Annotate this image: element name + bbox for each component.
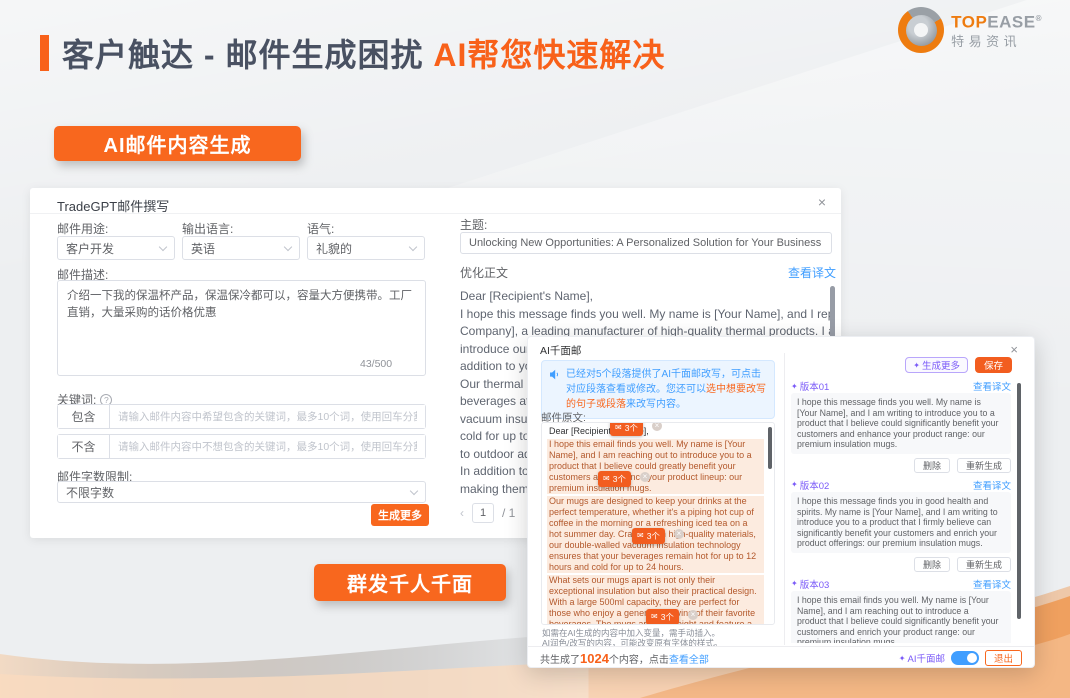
page-total: / 1	[502, 506, 515, 520]
language-label: 输出语言:	[182, 220, 233, 237]
sparkle-icon: ✦	[791, 579, 798, 588]
generated-count: 1024	[580, 651, 609, 666]
sparkle-icon: ✦	[791, 480, 798, 489]
dialog-actions: ✦ 生成更多 保存	[905, 357, 1012, 373]
purpose-label: 邮件用途:	[57, 220, 108, 237]
exclude-keywords-input[interactable]	[110, 435, 425, 458]
purpose-select[interactable]: 客户开发	[57, 236, 175, 260]
dialog-footer: 共生成了1024个内容，点击查看全部 ✦ AI千面邮 退出	[528, 646, 1034, 669]
envelope-icon: ✉	[651, 613, 658, 621]
optimized-body-label: 优化正文	[460, 264, 508, 281]
close-icon[interactable]: ×	[1010, 342, 1018, 357]
chevron-down-icon	[159, 242, 167, 250]
sparkle-icon: ✦	[791, 382, 798, 391]
regenerate-button[interactable]: 重新生成	[957, 458, 1011, 473]
delete-button[interactable]: 删除	[914, 458, 950, 473]
scrollbar[interactable]	[768, 427, 772, 469]
variant-count-badge[interactable]: ✉3个	[610, 422, 643, 436]
envelope-icon: ✉	[603, 475, 610, 483]
dialog-title: AI千面邮	[540, 343, 581, 358]
char-counter: 43/500	[360, 358, 392, 370]
variant-count-badge[interactable]: ✉3个	[632, 528, 665, 544]
version-label: 版本03	[800, 577, 830, 591]
view-all-link[interactable]: 查看全部	[669, 655, 709, 666]
logo-brand-sub: 特易资讯	[951, 31, 1042, 50]
generate-more-versions-button[interactable]: ✦ 生成更多	[905, 357, 968, 373]
versions-list: ✦版本01 查看译文 I hope this message finds you…	[791, 379, 1011, 643]
sparkle-icon: ✦	[913, 361, 920, 370]
include-keywords-row: 包含	[57, 404, 426, 429]
save-button[interactable]: 保存	[975, 357, 1012, 373]
original-email-box: Dear [Recipient's Name], I hope this ema…	[541, 422, 775, 625]
page-title-dark: 客户触达 - 邮件生成困扰	[62, 37, 423, 73]
envelope-icon: ✉	[615, 424, 622, 432]
mass-send-button[interactable]: 群发千人千面	[314, 564, 506, 601]
view-translation-link[interactable]: 查看译文	[788, 264, 836, 281]
topease-logo: TOPEASE® 特易资讯	[898, 7, 1042, 53]
scrollbar[interactable]	[1017, 383, 1021, 619]
version-card: ✦版本03 查看译文 I hope this email finds you w…	[791, 577, 1011, 643]
ai-variants-toggle[interactable]	[951, 651, 979, 665]
include-keywords-input[interactable]	[110, 405, 425, 428]
include-label: 包含	[58, 405, 110, 428]
variant-count-badge[interactable]: ✉3个	[646, 609, 679, 625]
close-icon[interactable]: ×	[640, 472, 650, 482]
version-card: ✦版本02 查看译文 I hope this message finds you…	[791, 478, 1011, 572]
chevron-down-icon	[409, 242, 417, 250]
view-translation-link[interactable]: 查看译文	[973, 478, 1011, 492]
page-header: 客户触达 - 邮件生成困扰 AI帮您快速解决	[40, 30, 665, 76]
subject-label: 主题:	[460, 216, 487, 233]
chevron-down-icon	[410, 486, 418, 494]
ai-variants-toggle-label: ✦ AI千面邮	[899, 651, 945, 665]
megaphone-icon	[549, 369, 560, 380]
subject-input[interactable]	[460, 232, 832, 254]
page-title: 客户触达 - 邮件生成困扰 AI帮您快速解决	[62, 30, 665, 76]
exclude-keywords-row: 不含	[57, 434, 426, 459]
version-label: 版本01	[800, 379, 830, 393]
divider	[784, 353, 785, 645]
close-icon[interactable]: ×	[818, 194, 826, 210]
close-icon[interactable]: ×	[688, 610, 698, 620]
pagination: ‹ 1 / 1	[460, 503, 515, 523]
exit-button[interactable]: 退出	[985, 650, 1022, 666]
footnote: 如需在AI生成的内容中加入变量，需手动插入。	[542, 628, 720, 638]
title-accent-bar	[40, 35, 49, 71]
generated-count-text: 共生成了1024个内容，点击查看全部	[540, 651, 709, 666]
word-limit-select[interactable]: 不限字数	[57, 481, 426, 503]
slide-canvas: 客户触达 - 邮件生成困扰 AI帮您快速解决 TOPEASE® 特易资讯 AI邮…	[0, 0, 1070, 698]
variant-count-badge[interactable]: ✉3个	[598, 471, 631, 487]
version-card: ✦版本01 查看译文 I hope this message finds you…	[791, 379, 1011, 473]
email-paragraph-highlighted[interactable]: I hope this email finds you well. My nam…	[547, 439, 764, 494]
envelope-icon: ✉	[637, 532, 644, 540]
version-text[interactable]: I hope this email finds you well. My nam…	[791, 591, 1011, 643]
logo-text: TOPEASE® 特易资讯	[951, 10, 1042, 51]
divider	[30, 213, 841, 214]
version-label: 版本02	[800, 478, 830, 492]
tone-select[interactable]: 礼貌的	[307, 236, 425, 260]
ai-variants-dialog: AI千面邮 × 已经对5个段落提供了AI千面邮改写，可点击对应段落查看或修改。您…	[527, 336, 1035, 668]
page-number[interactable]: 1	[472, 503, 494, 523]
chevron-down-icon	[284, 242, 292, 250]
page-prev-button[interactable]: ‹	[460, 506, 464, 520]
language-select[interactable]: 英语	[182, 236, 300, 260]
close-icon[interactable]: ×	[674, 529, 684, 539]
ai-email-generate-button[interactable]: AI邮件内容生成	[54, 126, 301, 161]
scrollbar[interactable]	[830, 286, 835, 342]
generate-more-button[interactable]: 生成更多	[371, 504, 429, 526]
page-title-accent: AI帮您快速解决	[433, 37, 665, 73]
exclude-label: 不含	[58, 435, 110, 458]
version-text[interactable]: I hope this message finds you well. My n…	[791, 393, 1011, 454]
view-translation-link[interactable]: 查看译文	[973, 577, 1011, 591]
view-translation-link[interactable]: 查看译文	[973, 379, 1011, 393]
version-text[interactable]: I hope this message finds you in good he…	[791, 492, 1011, 553]
delete-button[interactable]: 删除	[914, 557, 950, 572]
sparkle-icon: ✦	[899, 654, 906, 663]
logo-icon	[898, 7, 944, 53]
logo-brand-top: TOP	[951, 12, 987, 31]
regenerate-button[interactable]: 重新生成	[957, 557, 1011, 572]
tone-label: 语气:	[307, 220, 334, 237]
